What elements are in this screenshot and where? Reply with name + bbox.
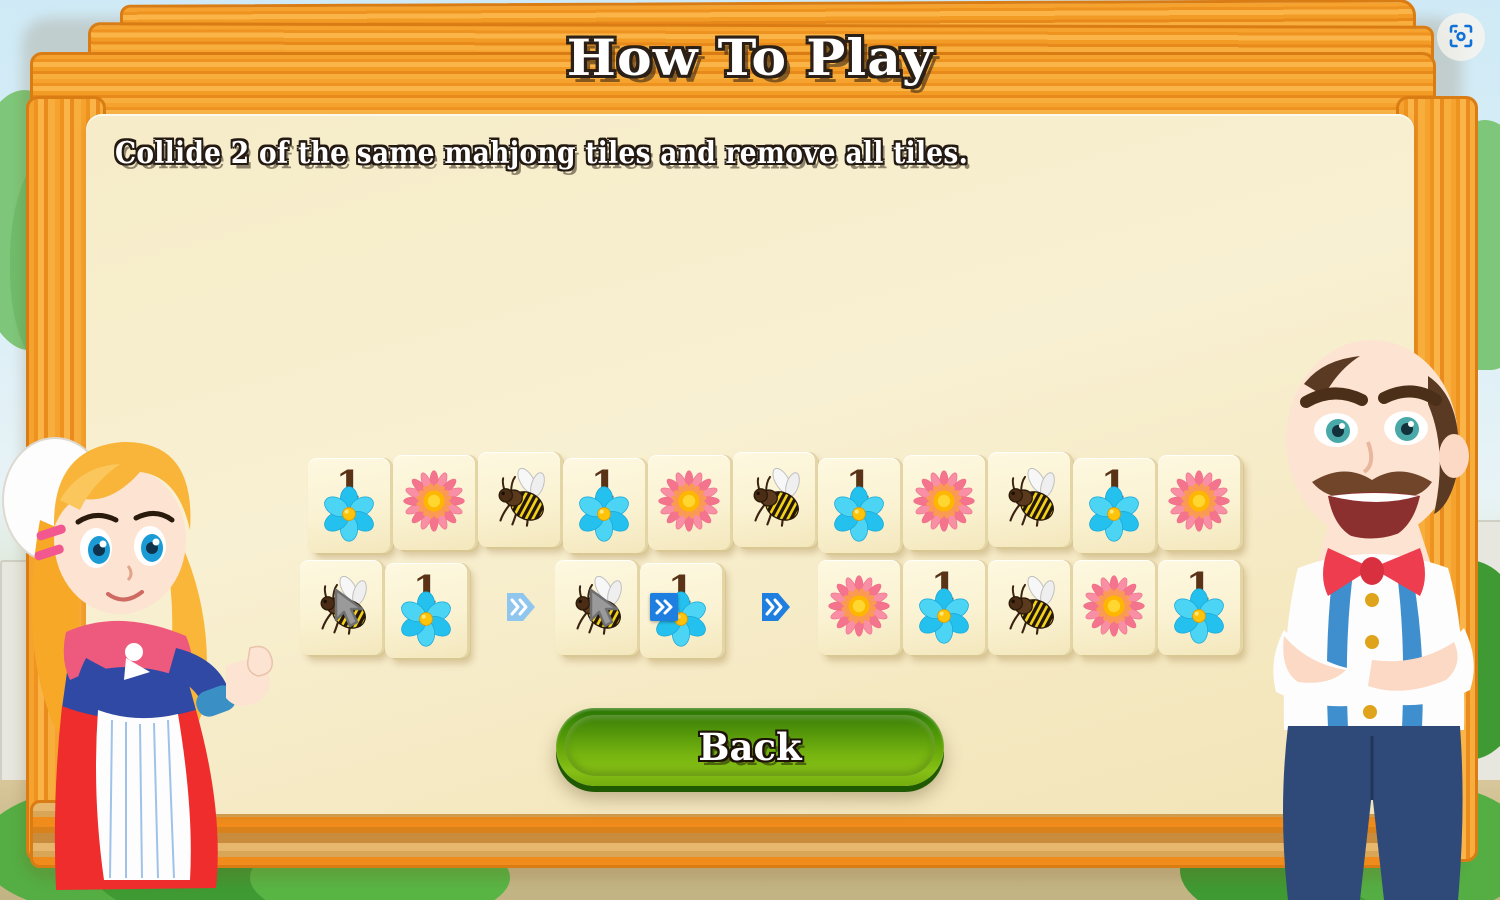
mahjong-tile-pink-flower-tile[interactable] <box>903 455 985 550</box>
back-button[interactable]: Back <box>556 708 944 786</box>
mahjong-tile-bee-tile[interactable] <box>478 452 560 547</box>
pink-flower-tile-icon <box>1168 469 1230 536</box>
double-chevron-selection-badge <box>650 593 678 621</box>
game-screen: How To Play Collide 2 of the same mahjon… <box>0 0 1500 900</box>
blue-flower-tile-icon <box>1085 485 1143 547</box>
blue-flower-tile-icon <box>397 590 455 652</box>
blue-flower-tile-icon <box>1170 587 1228 649</box>
blue-flower-tile-icon <box>915 587 973 649</box>
mahjong-tile-pink-flower-tile[interactable] <box>1158 455 1240 550</box>
mahjong-tile-bee-tile[interactable] <box>733 452 815 547</box>
bee-tile-icon <box>486 465 552 535</box>
tutorial-diagram: 11111111 <box>300 450 1260 670</box>
mahjong-tile-pink-flower-tile[interactable] <box>648 455 730 550</box>
double-chevron-right-icon <box>505 590 537 624</box>
bee-tile-icon <box>996 573 1062 643</box>
mahjong-tile-blue-flower-tile[interactable]: 1 <box>818 458 900 553</box>
pink-flower-tile-icon <box>913 469 975 536</box>
pink-flower-tile-icon <box>1083 574 1145 641</box>
mahjong-tile-blue-flower-tile[interactable]: 1 <box>640 563 722 658</box>
mahjong-tile-pink-flower-tile[interactable] <box>393 455 475 550</box>
blue-flower-tile-icon <box>830 485 888 547</box>
mahjong-tile-blue-flower-tile[interactable]: 1 <box>1073 458 1155 553</box>
blue-flower-tile-icon <box>575 485 633 547</box>
mahjong-tile-blue-flower-tile[interactable]: 1 <box>308 458 390 553</box>
back-button-label: Back <box>698 725 802 769</box>
bee-tile-icon <box>996 465 1062 535</box>
mahjong-tile-bee-tile[interactable] <box>988 560 1070 655</box>
scan-lens-button[interactable] <box>1437 13 1485 61</box>
pink-flower-tile-icon <box>658 469 720 536</box>
mustache-man-character <box>1250 330 1500 900</box>
page-title: How To Play <box>566 28 934 87</box>
mahjong-tile-blue-flower-tile[interactable]: 1 <box>903 560 985 655</box>
mahjong-tile-blue-flower-tile[interactable]: 1 <box>1158 560 1240 655</box>
pink-flower-tile-icon <box>403 469 465 536</box>
mahjong-tile-pink-flower-tile[interactable] <box>818 560 900 655</box>
mahjong-tile-blue-flower-tile[interactable]: 1 <box>385 563 467 658</box>
farm-girl-character <box>0 380 300 900</box>
pink-flower-tile-icon <box>828 574 890 641</box>
blue-flower-tile-icon <box>320 485 378 547</box>
mahjong-tile-bee-tile[interactable] <box>988 452 1070 547</box>
mahjong-tile-blue-flower-tile[interactable]: 1 <box>563 458 645 553</box>
double-chevron-right-icon <box>760 590 792 624</box>
scan-lens-icon <box>1448 23 1474 52</box>
mahjong-tile-pink-flower-tile[interactable] <box>1073 560 1155 655</box>
instruction-text: Collide 2 of the same mahjong tiles and … <box>115 136 969 171</box>
bee-tile-icon <box>741 465 807 535</box>
